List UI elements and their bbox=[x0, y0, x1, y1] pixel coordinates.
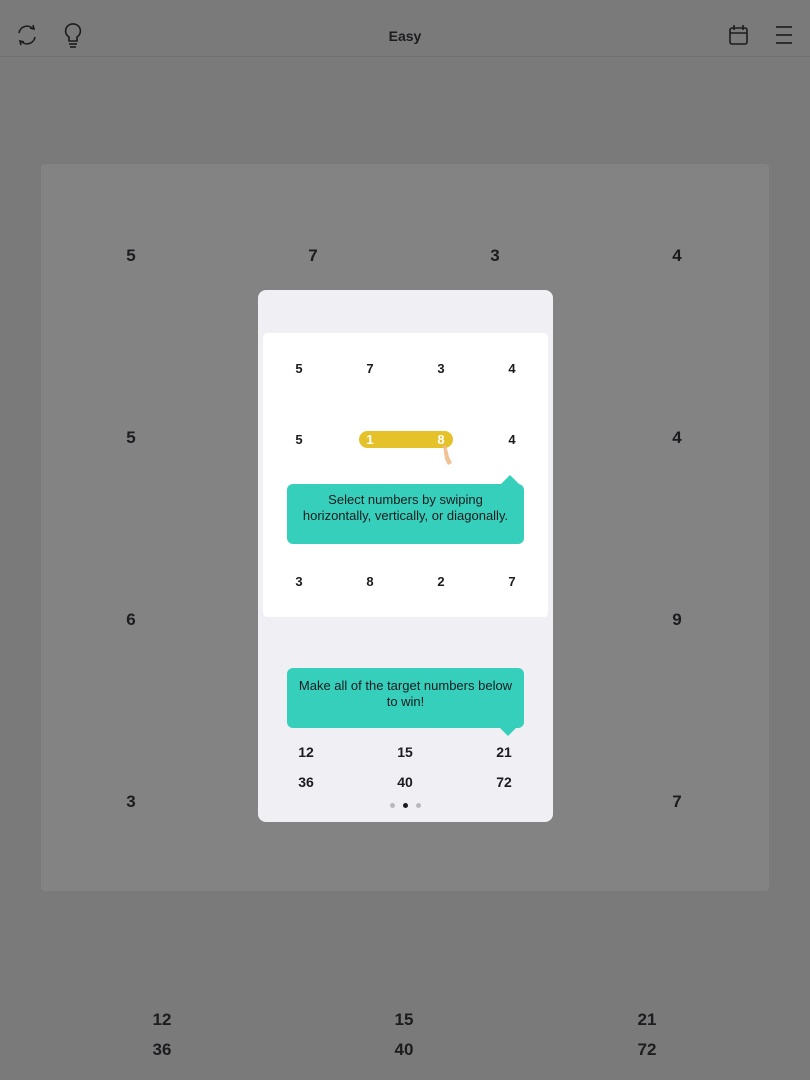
top-bar: Easy bbox=[0, 0, 810, 57]
tutorial-cell: 8 bbox=[366, 574, 374, 589]
tip-select-bubble: Select numbers by swiping horizontally, … bbox=[287, 484, 524, 544]
tutorial-modal[interactable]: 5 7 3 4 5 1 8 4 Select numbers by swipin… bbox=[258, 290, 553, 822]
board-cell[interactable]: 7 bbox=[657, 792, 697, 812]
bubble-tail bbox=[501, 475, 519, 484]
tutorial-target: 40 bbox=[397, 774, 413, 790]
tutorial-cell: 3 bbox=[437, 361, 445, 376]
tutorial-cell: 2 bbox=[437, 574, 445, 589]
tutorial-target: 15 bbox=[397, 744, 413, 760]
target-number: 12 bbox=[152, 1010, 172, 1029]
tip-targets-text: Make all of the target numbers below to … bbox=[298, 678, 513, 709]
tutorial-cell: 4 bbox=[508, 432, 516, 447]
target-number: 36 bbox=[152, 1040, 172, 1059]
target-number: 21 bbox=[637, 1010, 657, 1029]
tip-targets-bubble: Make all of the target numbers below to … bbox=[287, 668, 524, 728]
tutorial-cell: 4 bbox=[508, 361, 516, 376]
tutorial-target: 12 bbox=[298, 744, 314, 760]
tutorial-cell: 3 bbox=[295, 574, 303, 589]
board-cell[interactable]: 3 bbox=[475, 246, 515, 266]
board-cell[interactable]: 7 bbox=[293, 246, 333, 266]
board-cell[interactable]: 9 bbox=[657, 610, 697, 630]
calendar-icon bbox=[729, 25, 748, 45]
board-cell[interactable]: 6 bbox=[111, 610, 151, 630]
board-cell[interactable]: 5 bbox=[111, 428, 151, 448]
page-indicator-dot[interactable] bbox=[390, 803, 395, 808]
hamburger-menu-icon bbox=[776, 26, 792, 44]
tutorial-grid: 5 7 3 4 5 1 8 4 Select numbers by swipin… bbox=[263, 333, 548, 617]
tutorial-cell: 5 bbox=[295, 361, 303, 376]
calendar-button[interactable] bbox=[724, 20, 756, 52]
page-title: Easy bbox=[388, 28, 422, 44]
tutorial-cell: 7 bbox=[508, 574, 516, 589]
menu-button[interactable] bbox=[770, 20, 802, 52]
tutorial-target: 36 bbox=[298, 774, 314, 790]
board-cell[interactable]: 4 bbox=[657, 246, 697, 266]
target-number: 72 bbox=[637, 1040, 657, 1059]
finger-pointer-icon bbox=[443, 445, 452, 465]
target-number: 15 bbox=[394, 1010, 414, 1029]
page-indicator-dot[interactable] bbox=[416, 803, 421, 808]
board-cell[interactable]: 5 bbox=[111, 246, 151, 266]
tutorial-target: 72 bbox=[496, 774, 512, 790]
tutorial-cell: 7 bbox=[366, 361, 374, 376]
page-indicator-dot-active[interactable] bbox=[403, 803, 408, 808]
tutorial-cell: 5 bbox=[295, 432, 303, 447]
selected-cell: 1 bbox=[366, 432, 374, 447]
board-cell[interactable]: 4 bbox=[657, 428, 697, 448]
tutorial-target: 21 bbox=[496, 744, 512, 760]
bubble-tail bbox=[499, 727, 517, 736]
board-cell[interactable]: 3 bbox=[111, 792, 151, 812]
tip-select-text: Select numbers by swiping horizontally, … bbox=[302, 492, 509, 523]
target-number: 40 bbox=[394, 1040, 414, 1059]
